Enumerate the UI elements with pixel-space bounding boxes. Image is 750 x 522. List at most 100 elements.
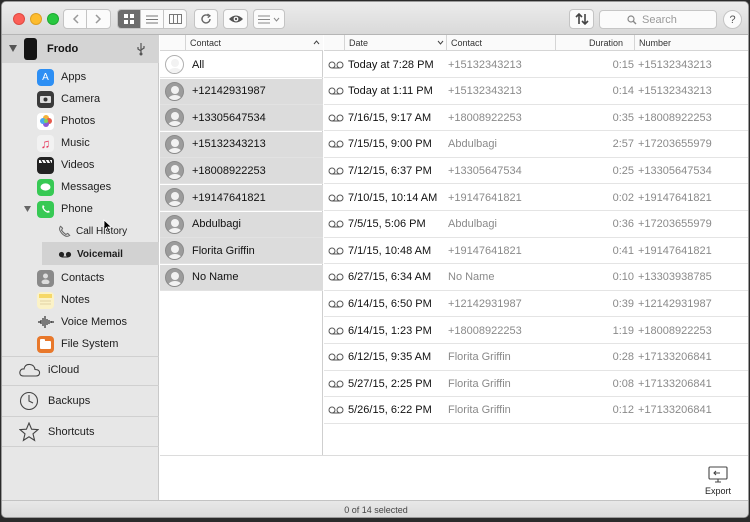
search-field[interactable]: Search: [599, 10, 717, 29]
sidebar-item-apps[interactable]: A Apps: [37, 67, 86, 87]
device-row[interactable]: Frodo: [2, 35, 159, 63]
back-button[interactable]: [64, 10, 87, 28]
voicemail-icon: [328, 353, 344, 361]
grid-view-button[interactable]: [118, 10, 141, 28]
help-button[interactable]: ?: [723, 10, 742, 29]
sidebar-item-icloud[interactable]: iCloud: [19, 360, 79, 380]
date-cell: 7/16/15, 9:17 AM: [348, 111, 432, 124]
table-row[interactable]: 5/26/15, 6:22 PM Florita Griffin 0:12 +1713…: [324, 398, 748, 424]
disclosure-triangle-icon[interactable]: [9, 45, 17, 52]
sidebar-item-file-system[interactable]: File System: [37, 334, 118, 354]
sidebar-item-camera[interactable]: Camera: [37, 89, 100, 109]
number-cell: +17133206841: [638, 351, 712, 364]
contact-list-item[interactable]: No Name: [160, 264, 323, 291]
chevron-down-icon[interactable]: [437, 40, 444, 45]
table-row[interactable]: 6/14/15, 6:50 PM +12142931987 0:39 +1214293…: [324, 291, 748, 318]
duration-column-header[interactable]: Duration: [589, 38, 623, 48]
number-cell: +12142931987: [638, 297, 712, 310]
iphone-icon: [24, 38, 37, 60]
contact-list-item[interactable]: All: [160, 52, 323, 78]
contact-header-label: Contact: [190, 37, 222, 48]
table-row[interactable]: 7/12/15, 6:37 PM +13305647534 0:25 +1330564…: [324, 158, 748, 185]
sidebar-item-videos[interactable]: Videos: [37, 155, 94, 175]
sidebar-item-backups[interactable]: Backups: [19, 390, 90, 412]
sidebar-item-voice-memos[interactable]: Voice Memos: [37, 312, 127, 332]
contact-list-item[interactable]: Abdulbagi: [160, 211, 323, 238]
table-row[interactable]: Today at 7:28 PM +15132343213 0:15 +1513234…: [324, 52, 748, 78]
columns-icon: [168, 14, 182, 24]
duration-cell: 2:57: [612, 138, 634, 151]
sidebar-item-shortcuts[interactable]: Shortcuts: [19, 421, 94, 443]
sidebar-item-call-history[interactable]: Call History: [58, 221, 127, 241]
date-column-header[interactable]: Date: [349, 38, 368, 48]
date-cell: 6/14/15, 6:50 PM: [348, 297, 432, 310]
contact-cell: +19147641821: [448, 191, 522, 204]
contact-list-item[interactable]: +19147641821: [160, 185, 323, 211]
action-menu-button[interactable]: [253, 9, 285, 29]
quick-look-button[interactable]: [223, 9, 248, 29]
duration-cell: 0:15: [612, 58, 634, 71]
minimize-window-button[interactable]: [30, 13, 42, 25]
contact-list-item[interactable]: +15132343213: [160, 131, 323, 158]
contact-cell: +13305647534: [448, 164, 522, 177]
chevron-left-icon: [72, 14, 79, 24]
contact-name: +13305647534: [192, 111, 266, 124]
table-row[interactable]: 6/27/15, 6:34 AM No Name 0:10 +13303938785: [324, 265, 748, 291]
sidebar-item-phone[interactable]: Phone: [24, 199, 93, 219]
table-row[interactable]: 7/15/15, 9:00 PM Abdulbagi 2:57 +1720365597…: [324, 132, 748, 158]
duration-cell: 0:36: [612, 218, 634, 231]
disclosure-triangle-icon[interactable]: [24, 206, 31, 212]
sidebar-item-notes[interactable]: Notes: [37, 290, 90, 310]
number-column-header[interactable]: Number: [639, 38, 671, 48]
voicemail-icon: [328, 194, 344, 201]
number-cell: +19147641821: [638, 244, 712, 257]
date-cell: 6/14/15, 1:23 PM: [348, 324, 432, 337]
contact-list-item[interactable]: Florita Griffin: [160, 238, 323, 265]
refresh-button[interactable]: [194, 9, 218, 29]
table-row[interactable]: 7/10/15, 10:14 AM +19147641821 0:02 +191476…: [324, 185, 748, 211]
appstore-icon: A: [37, 68, 54, 86]
grid-icon: [124, 14, 134, 24]
sidebar-item-voicemail[interactable]: Voicemail: [58, 244, 123, 264]
voice-memos-icon: [37, 314, 54, 331]
avatar-icon: [165, 161, 184, 181]
sidebar-item-music[interactable]: ♫ Music: [37, 133, 90, 153]
contact-list-item[interactable]: +18008922253: [160, 158, 323, 185]
contact-list-item[interactable]: +12142931987: [160, 78, 323, 105]
contact-name: +19147641821: [192, 191, 266, 204]
close-window-button[interactable]: [13, 13, 25, 25]
zoom-window-button[interactable]: [47, 13, 59, 25]
table-row[interactable]: 7/16/15, 9:17 AM +18008922253 0:35 +1800892…: [324, 105, 748, 132]
table-row[interactable]: Today at 1:11 PM +15132343213 0:14 +1513234…: [324, 79, 748, 105]
date-cell: 7/12/15, 6:37 PM: [348, 164, 432, 177]
forward-button[interactable]: [87, 10, 110, 28]
date-cell: Today at 7:28 PM: [348, 58, 434, 71]
duration-cell: 0:25: [612, 164, 634, 177]
duration-cell: 0:10: [612, 271, 634, 284]
export-button[interactable]: Export: [698, 466, 738, 496]
view-mode-control: [117, 9, 187, 29]
sidebar-section-label: iCloud: [48, 364, 80, 376]
sidebar-item-messages[interactable]: Messages: [37, 177, 111, 197]
table-row[interactable]: 7/1/15, 10:48 AM +19147641821 0:41 +1914764…: [324, 238, 748, 265]
table-row[interactable]: 7/5/15, 5:06 PM Abdulbagi 0:36 +17203655979: [324, 212, 748, 238]
sidebar-section-label: Shortcuts: [48, 426, 95, 438]
table-row[interactable]: 5/27/15, 2:25 PM Florita Griffin 0:08 +1713…: [324, 371, 748, 398]
contact-column-header[interactable]: Contact: [451, 38, 482, 48]
sidebar-item-label: Apps: [61, 71, 87, 83]
contact-list-item[interactable]: +13305647534: [160, 105, 323, 132]
table-header: Date Contact Duration Number: [324, 35, 748, 51]
column-view-button[interactable]: [164, 10, 186, 28]
sidebar-item-contacts[interactable]: Contacts: [37, 268, 104, 288]
contact-column-header[interactable]: Contact: [160, 35, 323, 51]
clock-icon: [19, 391, 39, 411]
sidebar-divider: [2, 416, 159, 417]
list-view-button[interactable]: [141, 10, 164, 28]
sort-button[interactable]: [569, 9, 594, 29]
duration-cell: 0:35: [612, 111, 634, 124]
sidebar-item-label: Videos: [61, 159, 95, 171]
sidebar-item-photos[interactable]: Photos: [37, 111, 95, 131]
table-row[interactable]: 6/14/15, 1:23 PM +18008922253 1:19 +1800892…: [324, 318, 748, 344]
help-label: ?: [729, 13, 736, 26]
table-row[interactable]: 6/12/15, 9:35 AM Florita Griffin 0:28 +1713…: [324, 345, 748, 371]
